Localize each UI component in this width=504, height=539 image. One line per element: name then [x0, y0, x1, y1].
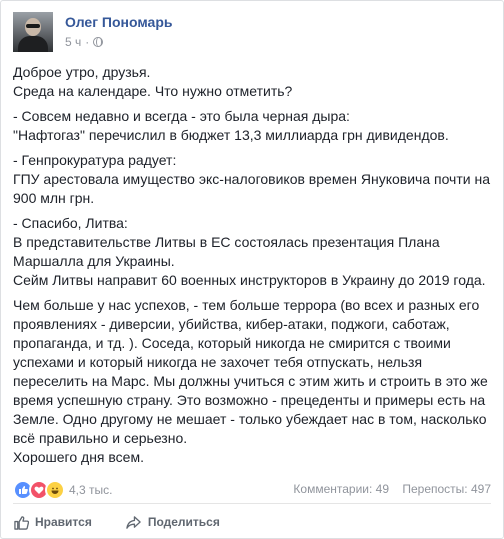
- author-name[interactable]: Олег Пономарь: [65, 14, 172, 30]
- share-button[interactable]: Поделиться: [126, 514, 220, 530]
- post-text: Доброе утро, друзья. Среда на календаре.…: [13, 63, 493, 473]
- globe-icon[interactable]: [93, 37, 104, 47]
- post-time[interactable]: 5 ч: [65, 35, 81, 49]
- stats-divider: [13, 503, 491, 504]
- post-card: Олег Пономарь 5 ч · Доброе утро, друзья.…: [0, 0, 504, 539]
- post-meta: 5 ч ·: [65, 35, 104, 49]
- avatar-body-shape: [18, 36, 48, 52]
- post-paragraph: - Генпрокуратура радует: ГПУ арестовала …: [13, 152, 490, 206]
- reaction-count[interactable]: 4,3 тыс.: [69, 483, 112, 497]
- engagement-counts: Комментарии: 49 Перепосты: 497: [293, 482, 491, 496]
- post-paragraph: Чем больше у нас успехов, - тем больше т…: [13, 297, 488, 465]
- avatar[interactable]: [13, 12, 53, 52]
- share-arrow-icon: [126, 514, 142, 530]
- comments-count[interactable]: Комментарии: 49: [293, 482, 389, 496]
- shares-count[interactable]: Перепосты: 497: [402, 482, 491, 496]
- like-button[interactable]: Нравится: [13, 514, 92, 530]
- haha-reaction-icon: [45, 480, 65, 500]
- like-label: Нравится: [35, 515, 92, 529]
- meta-separator: ·: [85, 35, 90, 49]
- post-stats: 4,3 тыс. Комментарии: 49 Перепосты: 497: [13, 479, 491, 500]
- post-paragraph: Доброе утро, друзья. Среда на календаре.…: [13, 64, 293, 99]
- post-actions: Нравится Поделиться: [13, 510, 491, 534]
- thumbs-up-icon: [13, 514, 29, 530]
- reactions-summary[interactable]: 4,3 тыс.: [13, 480, 112, 500]
- post-paragraph: - Совсем недавно и всегда - это была чер…: [13, 108, 449, 143]
- share-label: Поделиться: [147, 515, 220, 529]
- avatar-sunglasses-shape: [26, 24, 40, 28]
- post-paragraph: - Спасибо, Литва: В представительстве Ли…: [13, 215, 486, 288]
